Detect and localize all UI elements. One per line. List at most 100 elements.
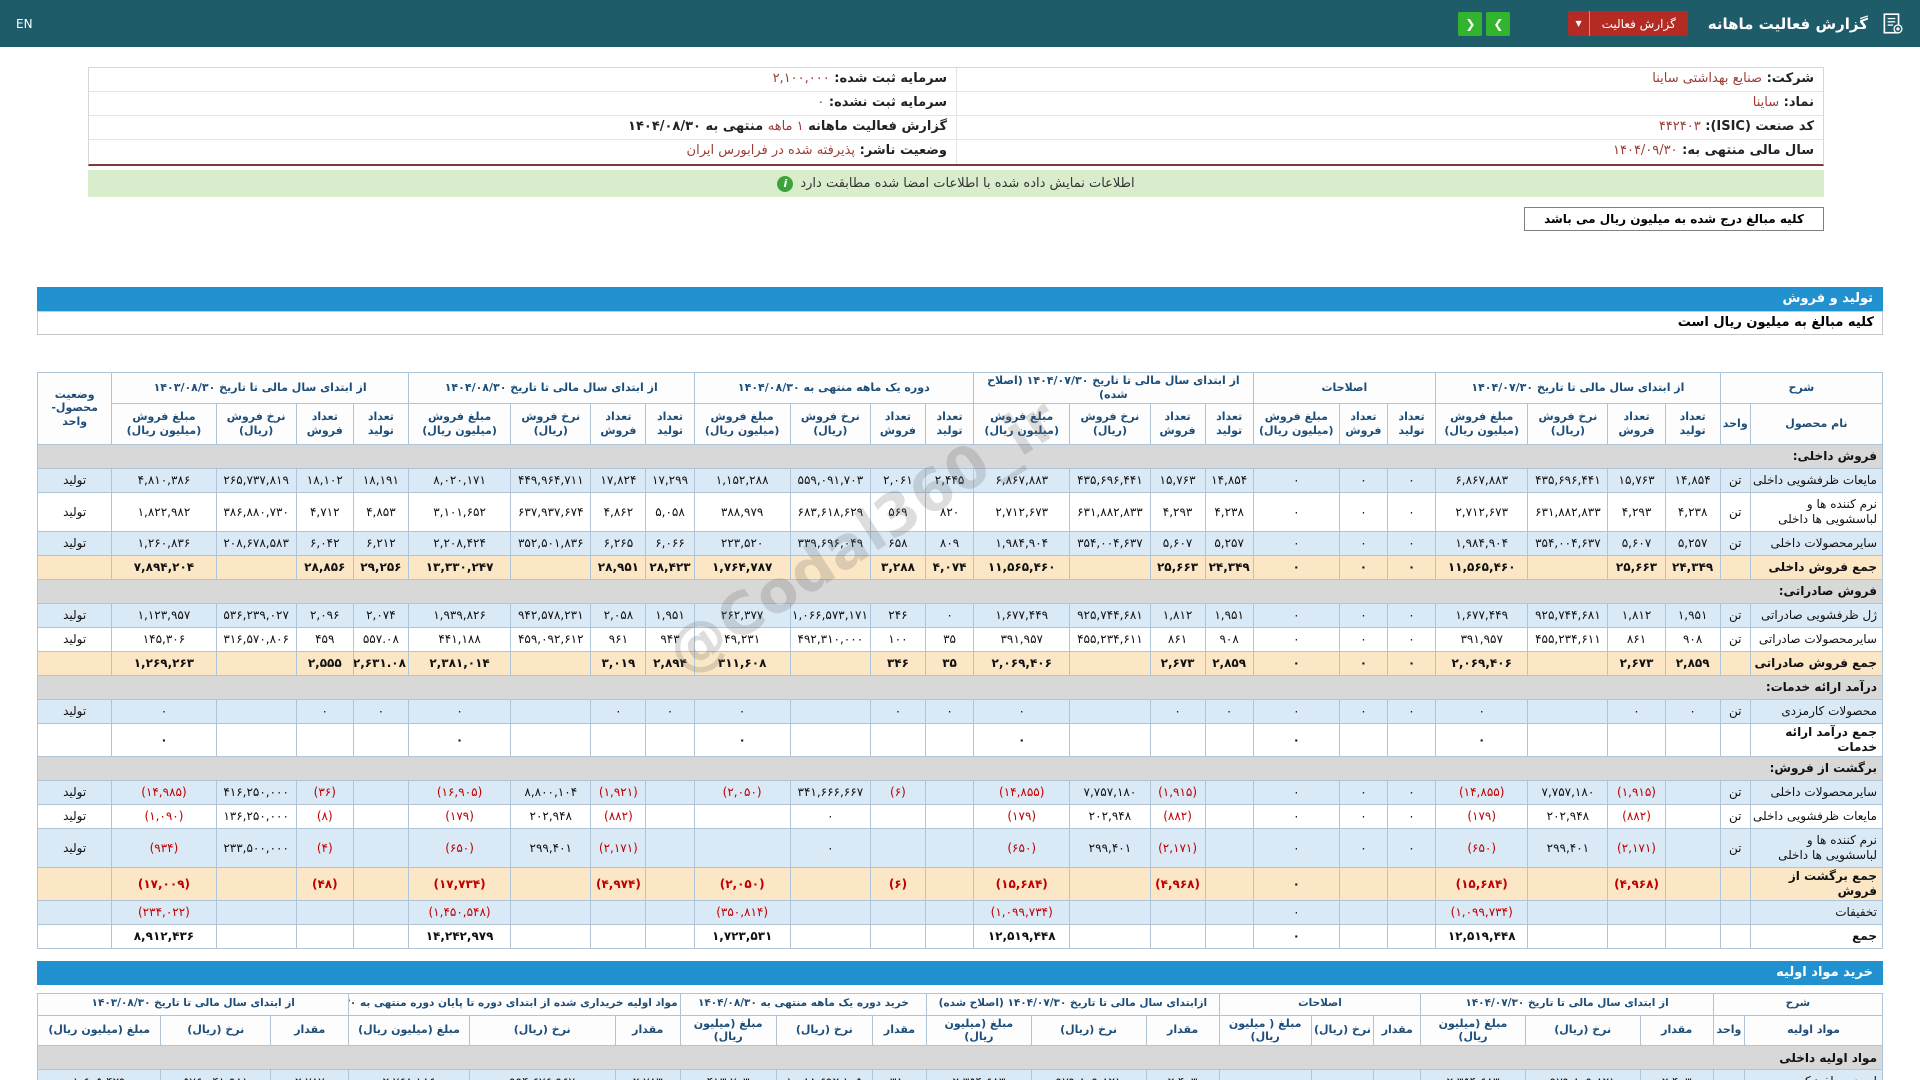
- info-cell-left: سرمایه ثبت شده: ۲,۱۰۰,۰۰۰: [89, 68, 956, 91]
- value-cell: ۴,۸۵۳: [352, 491, 409, 532]
- value-cell: [352, 827, 409, 868]
- value-cell: ۱,۹۵۱: [645, 602, 695, 628]
- column-group-header: مواد اولیه خریداری شده از ابتدای دوره تا…: [348, 992, 681, 1016]
- value-cell: ۰: [1252, 899, 1340, 925]
- value-cell: ۱,۹۵۱: [1664, 602, 1721, 628]
- column-header: مبلغ فروش (میلیون ریال): [1435, 402, 1529, 445]
- value-cell: (۱۷۹): [1435, 803, 1529, 829]
- unit-cell: تن: [1719, 698, 1751, 724]
- activity-report-dropdown-button[interactable]: گزارش فعالیت ▼: [1568, 11, 1688, 36]
- value-cell: ۳,۰۱۹: [590, 650, 647, 676]
- value-cell: ۳۵: [925, 650, 975, 676]
- product-name: ژل ظرفشویی صادراتی: [1749, 602, 1884, 628]
- column-header: نام محصول: [1749, 402, 1884, 445]
- unit-cell: [1719, 722, 1751, 757]
- value-cell: ۰: [1252, 866, 1340, 901]
- value-cell: ۱,۶۷۷,۴۴۹: [973, 602, 1071, 628]
- value-cell: [1386, 899, 1437, 925]
- value-cell: [215, 722, 297, 757]
- value-cell: ۱,۹۸۴,۹۰۴: [973, 530, 1071, 556]
- section-row: فروش صادراتی:: [37, 578, 1883, 604]
- value-cell: ۰: [1252, 554, 1340, 580]
- column-group-header: از ابتدای سال مالی تا تاریخ ۱۴۰۴/۰۷/۳۰ (…: [973, 372, 1254, 404]
- value-cell: [1204, 827, 1254, 868]
- value-cell: [645, 827, 695, 868]
- nav-prev-button[interactable]: ❮: [1458, 11, 1483, 36]
- unit-cell: [1719, 899, 1751, 925]
- value-cell: ۱۸,۱۹۱: [352, 467, 409, 493]
- table-row: جمع ۱۲,۵۱۹,۴۴۸ ۰ ۱۲,۵۱۹,۴۴۸ ۱,۷۲۳,۵۳۱ ۱۴,۲۴۲,…: [36, 923, 1884, 949]
- column-group-header: اصلاحات: [1252, 372, 1437, 404]
- status-cell: تولید: [36, 626, 113, 652]
- value-cell: ۱,۲۶۰,۸۳۶: [111, 530, 217, 556]
- value-cell: (۸۸۲): [590, 803, 647, 829]
- info-value: پذیرفته شده در فرابورس ایران: [686, 143, 856, 158]
- table-row: جمع برگشت از فروش (۴,۹۶۸) (۱۵,۶۸۴) ۰ (۴,۹۶۸)…: [36, 866, 1884, 901]
- value-cell: (۴۸): [295, 866, 354, 901]
- column-header: مبلغ فروش (میلیون ریال): [1252, 402, 1340, 445]
- chevron-down-icon: ▼: [1568, 11, 1590, 36]
- unit-cell: [1719, 923, 1751, 949]
- value-cell: ۱,۰۸۸,۶۹۲,۱۰۵: [775, 1069, 873, 1080]
- value-cell: [352, 899, 409, 925]
- value-cell: (۴,۹۷۴): [590, 866, 647, 901]
- column-group-header: از ابتدای سال مالی تا تاریخ ۱۴۰۴/۰۸/۳۰: [407, 372, 695, 404]
- value-cell: (۸): [295, 803, 354, 829]
- status-cell: [36, 650, 113, 676]
- value-cell: ۲۹۹,۴۰۱: [510, 827, 592, 868]
- column-header: نرخ (ریال): [1030, 1014, 1147, 1046]
- value-cell: ۱,۰۶۶,۵۷۳,۱۷۱: [789, 602, 871, 628]
- value-cell: [645, 899, 695, 925]
- section-label: فروش داخلی:: [37, 443, 1883, 469]
- value-cell: ۰: [352, 698, 409, 724]
- value-cell: [925, 803, 975, 829]
- value-cell: ۰: [590, 698, 647, 724]
- value-cell: ۰: [111, 698, 217, 724]
- section-row: برگشت از فروش:: [37, 755, 1883, 781]
- column-header: نرخ فروش (ریال): [510, 402, 592, 445]
- value-cell: [1386, 866, 1437, 901]
- column-header: مبلغ (میلیون ریال): [1420, 1014, 1526, 1046]
- value-cell: ۰: [973, 722, 1071, 757]
- value-cell: [869, 722, 927, 757]
- value-cell: [1338, 722, 1388, 757]
- value-cell: ۰: [1607, 698, 1666, 724]
- language-toggle[interactable]: EN: [16, 17, 33, 31]
- value-cell: ۲۶۲,۳۷۷: [693, 602, 791, 628]
- value-cell: ۹۷۹,۸۰۹,۸۲۱: [1030, 1069, 1147, 1080]
- value-cell: ۱,۱۵۲,۲۸۸: [693, 467, 791, 493]
- status-cell: تولید: [36, 779, 113, 805]
- value-cell: ۹۹۴,۶۷۶,۹۶۷: [468, 1069, 616, 1080]
- column-header: مبلغ ( میلیون ریال): [1218, 1014, 1312, 1046]
- value-cell: ۴,۸۶۲: [590, 491, 647, 532]
- value-cell: ۳۹۱,۹۵۷: [1435, 626, 1529, 652]
- production-sales-table-wrap: شرح از ابتدای سال مالی تا تاریخ ۱۴۰۴/۰۷/۳…: [36, 372, 1884, 949]
- column-header: نرخ فروش (ریال): [1069, 402, 1151, 445]
- production-sales-table: شرح از ابتدای سال مالی تا تاریخ ۱۴۰۴/۰۷/۳…: [36, 372, 1884, 949]
- column-header: نرخ فروش (ریال): [215, 402, 297, 445]
- value-cell: ۱,۷۶۴,۷۸۷: [693, 554, 791, 580]
- value-cell: ۲,۷۱۲,۶۷۳: [973, 491, 1071, 532]
- column-header: نرخ (ریال): [468, 1014, 616, 1046]
- value-cell: ۴,۷۱۲: [295, 491, 354, 532]
- value-cell: ۰: [1252, 602, 1340, 628]
- info-label: سرمایه ثبت شده:: [829, 71, 947, 86]
- nav-next-button[interactable]: ❯: [1486, 11, 1511, 36]
- value-cell: [869, 923, 927, 949]
- value-cell: (۱۷۹): [973, 803, 1071, 829]
- info-label: کد صنعت (ISIC):: [1700, 119, 1814, 134]
- value-cell: ۲,۶۷۳: [1607, 650, 1666, 676]
- value-cell: ۷,۷۵۷,۱۸۰: [1069, 779, 1151, 805]
- unit-cell: [1719, 866, 1751, 901]
- value-cell: ۲۴,۳۴۹: [1664, 554, 1721, 580]
- signature-match-alert: اطلاعات نمایش داده شده با اطلاعات امضا ش…: [88, 170, 1824, 197]
- column-header: مبلغ (میلیون ریال): [679, 1014, 777, 1046]
- info-label: وضعیت ناشر:: [855, 143, 947, 158]
- value-cell: ۰: [1252, 698, 1340, 724]
- value-cell: (۱۵,۶۸۴): [1435, 866, 1529, 901]
- value-cell: ۳۸۸,۹۷۹: [693, 491, 791, 532]
- info-label: منتهی به ۱۴۰۴/۰۸/۳۰: [628, 119, 768, 134]
- value-cell: ۷,۷۵۷,۱۸۰: [1527, 779, 1609, 805]
- value-cell: ۴۳۵,۶۹۶,۴۴۱: [1527, 467, 1609, 493]
- value-cell: [215, 923, 297, 949]
